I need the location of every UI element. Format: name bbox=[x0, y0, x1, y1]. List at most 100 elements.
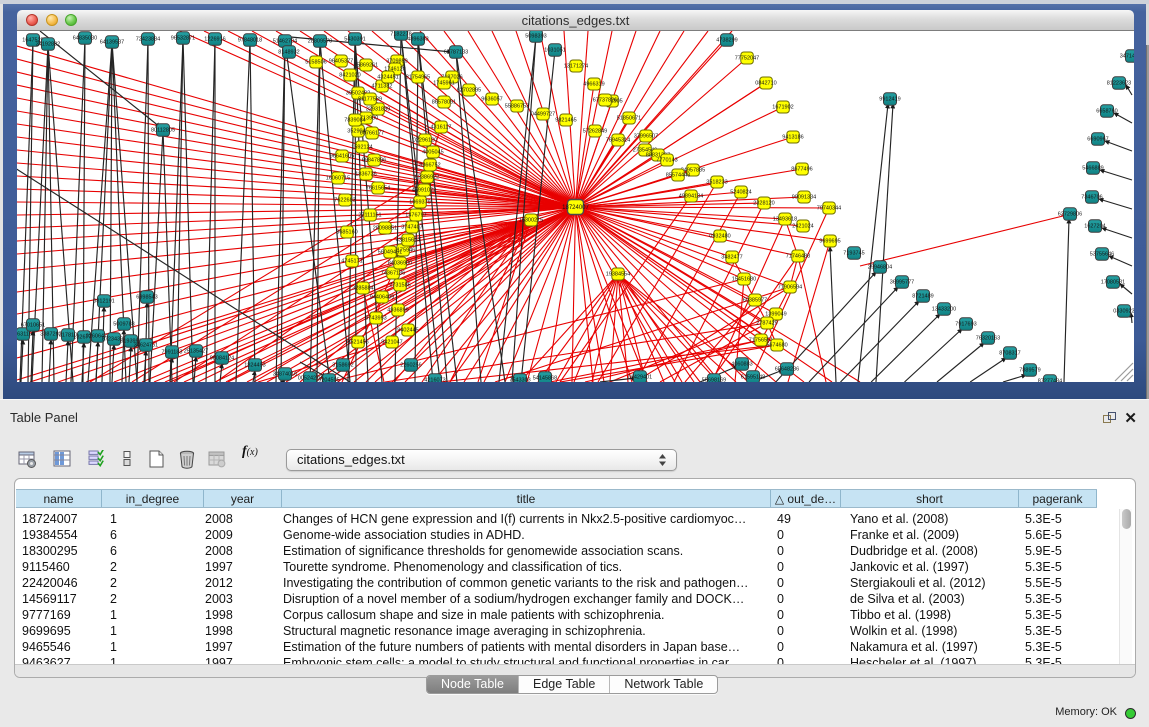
svg-text:5158506: 5158506 bbox=[305, 60, 326, 66]
svg-text:0932480: 0932480 bbox=[709, 234, 730, 240]
svg-text:67737826: 67737826 bbox=[593, 98, 617, 104]
svg-text:79740344: 79740344 bbox=[817, 206, 841, 212]
svg-text:71746488: 71746488 bbox=[786, 254, 810, 260]
svg-text:0812191: 0812191 bbox=[93, 299, 114, 305]
svg-text:64139537: 64139537 bbox=[100, 40, 124, 46]
svg-text:76320163: 76320163 bbox=[976, 336, 1000, 342]
svg-text:6204505: 6204505 bbox=[318, 378, 339, 383]
svg-text:61595148: 61595148 bbox=[741, 375, 765, 381]
svg-text:98084124: 98084124 bbox=[210, 356, 234, 362]
svg-text:9821465: 9821465 bbox=[555, 118, 576, 124]
svg-text:4966319: 4966319 bbox=[583, 82, 604, 88]
svg-text:84036900: 84036900 bbox=[388, 261, 412, 267]
svg-text:81177589: 81177589 bbox=[358, 97, 382, 103]
svg-text:15451680: 15451680 bbox=[732, 277, 756, 283]
svg-text:5466889: 5466889 bbox=[1082, 166, 1103, 172]
svg-text:15300215: 15300215 bbox=[519, 218, 543, 224]
svg-text:17080531: 17080531 bbox=[1101, 280, 1125, 286]
svg-text:51850671: 51850671 bbox=[617, 116, 641, 122]
svg-text:34192832: 34192832 bbox=[36, 42, 60, 48]
svg-text:99091334: 99091334 bbox=[792, 195, 816, 201]
svg-text:1969379: 1969379 bbox=[409, 200, 430, 206]
svg-text:55886753: 55886753 bbox=[505, 104, 529, 110]
svg-text:62702895: 62702895 bbox=[457, 88, 481, 94]
svg-text:64835030: 64835030 bbox=[73, 36, 97, 42]
svg-text:4216073: 4216073 bbox=[424, 378, 445, 383]
svg-text:9413186: 9413186 bbox=[782, 135, 803, 141]
svg-text:62386922: 62386922 bbox=[415, 175, 439, 181]
svg-text:76945314: 76945314 bbox=[606, 138, 630, 144]
svg-text:4896383: 4896383 bbox=[407, 37, 428, 43]
svg-text:4005045: 4005045 bbox=[422, 150, 443, 156]
svg-text:2260256: 2260256 bbox=[400, 363, 421, 369]
svg-text:9421047: 9421047 bbox=[381, 340, 402, 346]
svg-text:1836736: 1836736 bbox=[355, 172, 376, 178]
svg-text:5098393: 5098393 bbox=[525, 34, 546, 40]
svg-text:8708317: 8708317 bbox=[999, 351, 1020, 357]
svg-text:04499727: 04499727 bbox=[531, 112, 555, 118]
svg-text:80112805: 80112805 bbox=[151, 128, 175, 134]
svg-text:27111161: 27111161 bbox=[358, 213, 381, 219]
svg-text:9636057: 9636057 bbox=[481, 97, 502, 103]
svg-text:16060715: 16060715 bbox=[326, 176, 350, 182]
svg-text:55698169: 55698169 bbox=[702, 378, 726, 383]
svg-text:25135427: 25135427 bbox=[184, 349, 208, 355]
svg-text:1592124: 1592124 bbox=[351, 145, 372, 151]
svg-text:74367136: 74367136 bbox=[381, 271, 405, 277]
svg-text:77752047: 77752047 bbox=[735, 56, 759, 62]
svg-text:18724007: 18724007 bbox=[562, 205, 589, 211]
svg-text:85574443: 85574443 bbox=[666, 173, 690, 179]
svg-text:28098851: 28098851 bbox=[373, 226, 397, 232]
svg-text:57262849: 57262849 bbox=[583, 129, 607, 135]
svg-text:7543303: 7543303 bbox=[509, 378, 530, 383]
svg-text:76615654: 76615654 bbox=[366, 186, 390, 192]
svg-text:51462704: 51462704 bbox=[273, 39, 297, 45]
svg-text:96405377: 96405377 bbox=[329, 59, 353, 65]
svg-text:3285884: 3285884 bbox=[352, 286, 373, 292]
svg-text:4936899: 4936899 bbox=[387, 308, 408, 314]
svg-text:5009788: 5009788 bbox=[113, 322, 134, 328]
svg-text:02296120: 02296120 bbox=[413, 138, 437, 144]
svg-text:37996507: 37996507 bbox=[634, 134, 658, 140]
svg-text:6658760: 6658760 bbox=[1096, 109, 1117, 115]
svg-text:4316117: 4316117 bbox=[430, 125, 451, 131]
svg-text:4324451: 4324451 bbox=[377, 75, 398, 81]
svg-text:6998543: 6998543 bbox=[136, 295, 157, 301]
svg-text:6690967: 6690967 bbox=[1087, 137, 1108, 143]
svg-text:1745961: 1745961 bbox=[433, 81, 454, 87]
svg-text:96532871: 96532871 bbox=[171, 36, 195, 42]
svg-text:2731585: 2731585 bbox=[389, 283, 410, 289]
svg-text:3518233: 3518233 bbox=[706, 180, 727, 186]
svg-text:1671902: 1671902 bbox=[772, 105, 793, 111]
svg-text:62729806: 62729806 bbox=[1058, 212, 1082, 218]
svg-text:2787429: 2787429 bbox=[756, 321, 777, 327]
svg-text:54145868: 54145868 bbox=[533, 376, 557, 382]
svg-text:1031051: 1031051 bbox=[544, 48, 565, 54]
svg-text:19384554: 19384554 bbox=[606, 272, 630, 278]
svg-text:69847896: 69847896 bbox=[362, 158, 386, 164]
svg-text:8366752: 8366752 bbox=[419, 163, 440, 169]
svg-text:34874016: 34874016 bbox=[273, 372, 297, 378]
svg-text:56049451: 56049451 bbox=[378, 250, 402, 256]
svg-text:67010651: 67010651 bbox=[21, 323, 45, 329]
svg-text:7889579: 7889579 bbox=[1019, 368, 1040, 374]
svg-text:45991022: 45991022 bbox=[412, 188, 436, 194]
svg-text:28809570: 28809570 bbox=[308, 39, 332, 45]
svg-text:34714345: 34714345 bbox=[1120, 54, 1134, 60]
svg-text:71906594: 71906594 bbox=[778, 285, 802, 291]
svg-text:43815614: 43815614 bbox=[396, 238, 420, 244]
svg-text:3685160: 3685160 bbox=[336, 230, 357, 236]
svg-text:65648236: 65648236 bbox=[775, 367, 799, 373]
svg-text:7991183: 7991183 bbox=[161, 350, 182, 356]
svg-text:2328120: 2328120 bbox=[753, 201, 774, 207]
svg-text:4060883: 4060883 bbox=[731, 362, 752, 368]
svg-text:3158692: 3158692 bbox=[332, 363, 353, 369]
svg-text:60385977: 60385977 bbox=[743, 298, 767, 304]
svg-text:86578091: 86578091 bbox=[432, 100, 456, 106]
svg-text:8677496: 8677496 bbox=[791, 167, 812, 173]
svg-text:9912419: 9912419 bbox=[879, 97, 900, 103]
svg-text:7839084: 7839084 bbox=[344, 118, 365, 124]
svg-text:81754965: 81754965 bbox=[406, 75, 430, 81]
svg-text:87277434: 87277434 bbox=[1038, 379, 1062, 383]
svg-text:5430391: 5430391 bbox=[344, 37, 365, 43]
